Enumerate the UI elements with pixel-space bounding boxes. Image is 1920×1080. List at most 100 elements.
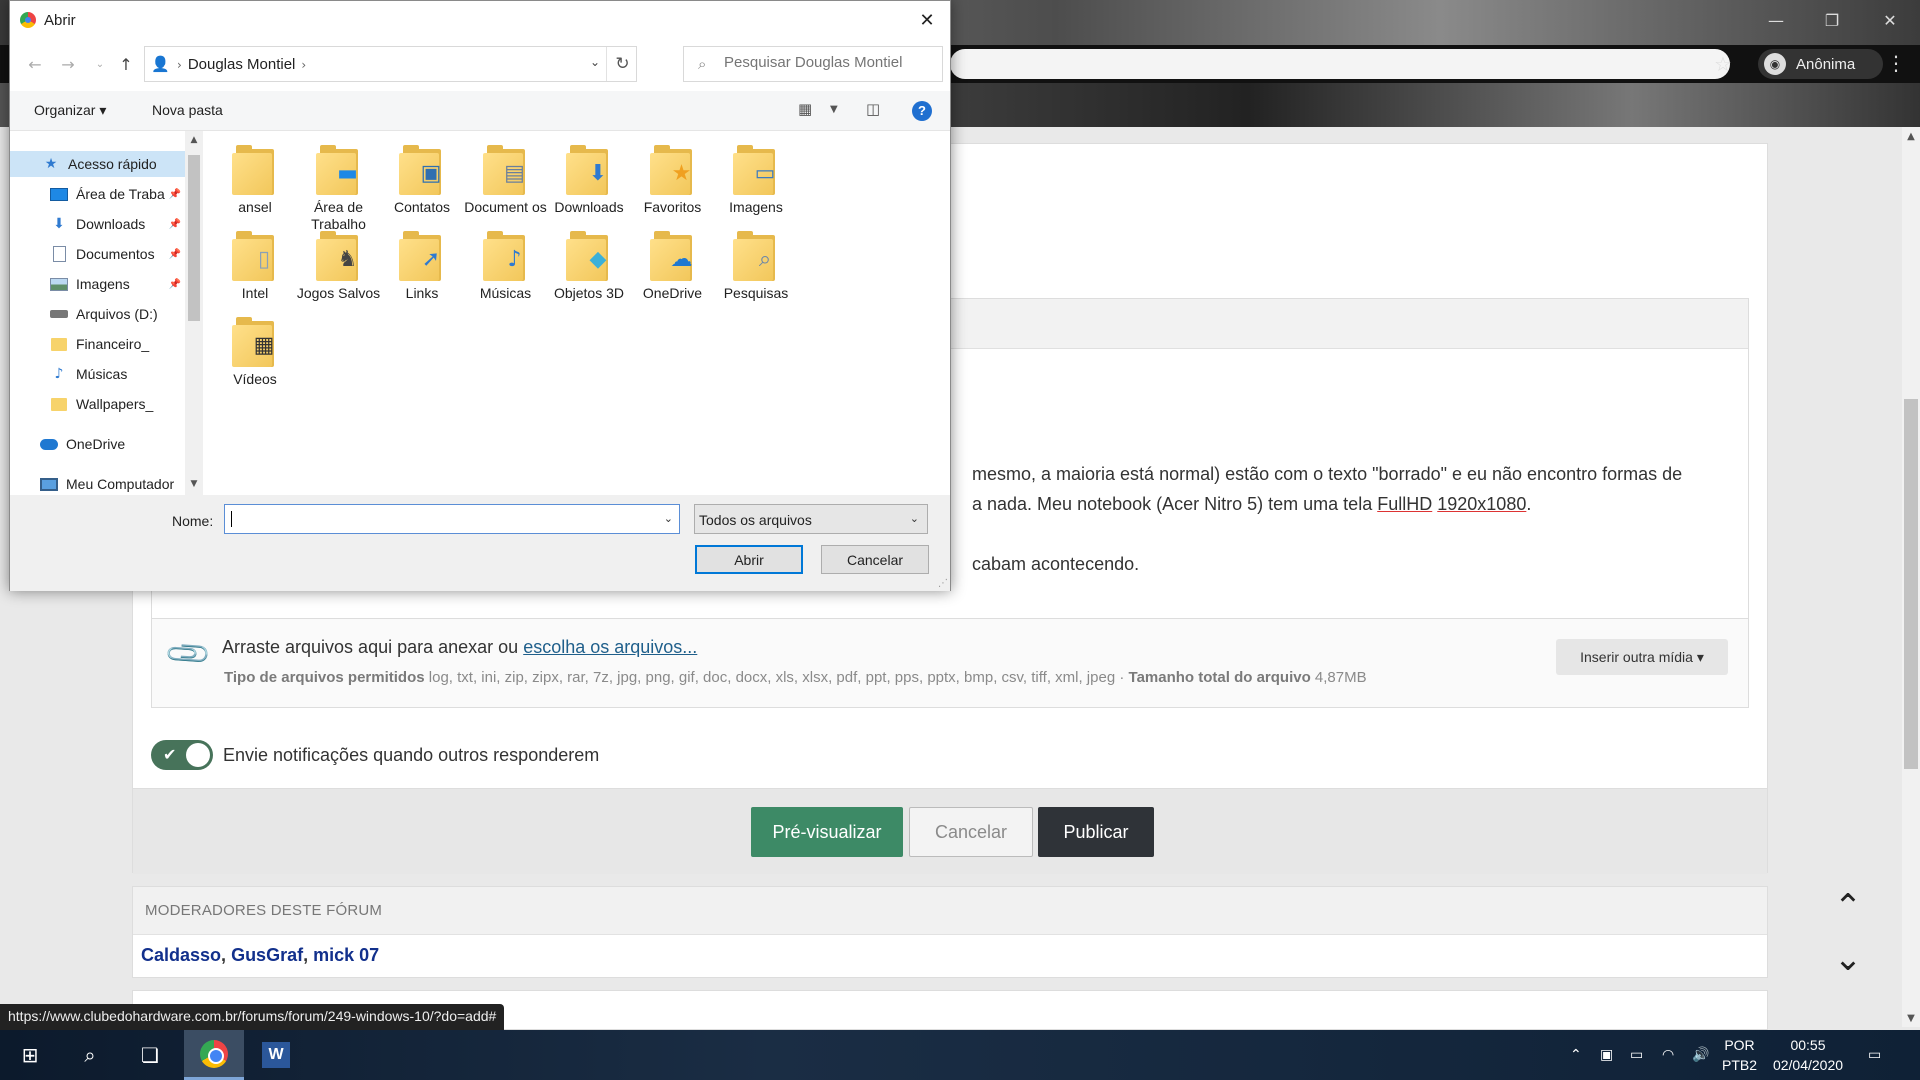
nav-item-desktop[interactable]: Área de Traba 📌 (10, 181, 185, 207)
nav-item-onedrive[interactable]: OneDrive (10, 431, 185, 457)
file-name-field[interactable]: ⌄ (224, 504, 680, 534)
search-box[interactable]: ⌕ (683, 46, 943, 82)
new-folder-button[interactable]: Nova pasta (152, 102, 223, 118)
refresh-icon[interactable]: ↻ (606, 47, 638, 81)
minimize-icon[interactable]: — (1748, 0, 1804, 40)
folder-icon: ▭ (733, 145, 779, 195)
pin-icon[interactable]: 📌 (169, 219, 181, 230)
address-bar[interactable]: 👤 › Douglas Montiel › ⌄ ↻ (144, 46, 637, 82)
view-dropdown-icon[interactable]: ▼ (830, 104, 838, 115)
back-arrow-icon[interactable]: ← (23, 53, 47, 77)
preview-button[interactable]: Pré-visualizar (751, 807, 903, 857)
scroll-up-arrow-icon[interactable]: ▲ (185, 135, 203, 145)
incognito-profile-button[interactable]: ◉ Anônima (1758, 49, 1883, 79)
scroll-down-arrow-icon[interactable]: ▼ (185, 479, 203, 489)
preview-pane-icon[interactable]: ◫ (866, 100, 880, 118)
organize-button[interactable]: Organizar ▾ (34, 102, 106, 119)
folder-item[interactable]: ▤ Document os (460, 139, 552, 239)
moderator-link[interactable]: GusGraf (231, 945, 303, 965)
search-input[interactable] (724, 54, 934, 71)
nav-item-wallpapers[interactable]: Wallpapers_ (10, 391, 185, 417)
close-icon[interactable]: ✕ (904, 1, 950, 39)
folder-icon: ♞ (315, 231, 362, 281)
moderator-link[interactable]: mick 07 (313, 945, 379, 965)
folder-icon: ▯ (232, 231, 278, 281)
choose-files-link[interactable]: escolha os arquivos... (523, 637, 697, 657)
file-name-input[interactable] (229, 510, 649, 526)
volume-icon[interactable]: 🔊 (1692, 1030, 1709, 1080)
restore-icon[interactable]: ❐ (1804, 0, 1860, 40)
open-button[interactable]: Abrir (695, 545, 803, 574)
pin-icon[interactable]: 📌 (169, 249, 181, 260)
chevron-down-icon[interactable]: ⌄ (590, 55, 600, 69)
attachment-dropzone[interactable]: 📎 Arraste arquivos aqui para anexar ou e… (151, 618, 1749, 708)
forward-arrow-icon[interactable]: → (56, 53, 80, 77)
cancel-post-button[interactable]: Cancelar (909, 807, 1033, 857)
nav-item-pictures[interactable]: Imagens 📌 (10, 271, 185, 297)
nav-item-documents[interactable]: Documentos 📌 (10, 241, 185, 267)
bookmark-star-icon[interactable]: ☆ (1710, 51, 1736, 77)
folder-item[interactable]: ★ Favoritos (627, 139, 719, 239)
language-indicator[interactable]: POR PTB2 (1722, 1030, 1757, 1080)
windows-start-icon[interactable]: ⊞ (0, 1030, 60, 1080)
word-taskbar-icon[interactable]: W (246, 1030, 306, 1080)
notifications-icon[interactable]: ▭ (1868, 1030, 1881, 1080)
help-icon[interactable]: ? (912, 101, 932, 121)
pin-icon[interactable]: 📌 (169, 279, 181, 290)
folder-item[interactable]: ♞ Jogos Salvos (293, 225, 385, 325)
attach-text: Arraste arquivos aqui para anexar ou (222, 637, 519, 657)
nav-item-quick-access[interactable]: ★ Acesso rápido (10, 151, 185, 177)
page-scrollbar[interactable]: ▲ ▼ (1902, 127, 1920, 1027)
clock[interactable]: 00:55 02/04/2020 (1768, 1030, 1848, 1080)
recent-chevron-icon[interactable]: ⌄ (88, 53, 112, 77)
chevron-right-icon[interactable]: › (301, 58, 306, 72)
wifi-icon[interactable]: ◠ (1662, 1030, 1674, 1080)
nav-item-downloads[interactable]: ⬇ Downloads 📌 (10, 211, 185, 237)
notify-toggle[interactable]: ✔ (151, 740, 213, 770)
cancel-button[interactable]: Cancelar (821, 545, 929, 574)
scrollbar-thumb[interactable] (1904, 399, 1918, 769)
chevron-down-icon[interactable]: ⌄ (664, 512, 673, 525)
folder-item[interactable]: ▭ Imagens (710, 139, 802, 239)
view-options-icon[interactable]: ▦ (798, 100, 812, 118)
up-arrow-icon[interactable]: ↑ (114, 53, 138, 77)
scrollbar-thumb[interactable] (188, 155, 200, 321)
scroll-up-chevron-icon[interactable]: ⌃ (1828, 890, 1868, 924)
chrome-taskbar-icon[interactable] (184, 1030, 244, 1080)
nav-item-financeiro[interactable]: Financeiro_ (10, 331, 185, 357)
resize-grip-icon[interactable]: ⋰ (938, 578, 948, 589)
folder-item[interactable]: ▯ Intel (209, 225, 301, 325)
search-icon[interactable]: ⌕ (60, 1030, 120, 1080)
folder-item[interactable]: ➚ Links (376, 225, 468, 325)
nav-item-music[interactable]: ♪ Músicas (10, 361, 185, 387)
omnibox[interactable] (950, 49, 1730, 79)
folder-item[interactable]: ▬ Área de Trabalho (293, 139, 385, 239)
nav-item-drive-d[interactable]: Arquivos (D:) (10, 301, 185, 327)
insert-media-button[interactable]: Inserir outra mídia ▾ (1556, 639, 1728, 675)
folder-item[interactable]: ◆ Objetos 3D (543, 225, 635, 325)
scroll-down-arrow-icon[interactable]: ▼ (1902, 1013, 1920, 1024)
folder-item[interactable]: ▣ Contatos (376, 139, 468, 239)
close-window-icon[interactable]: ✕ (1862, 0, 1918, 40)
publish-button[interactable]: Publicar (1038, 807, 1154, 857)
scroll-down-chevron-icon[interactable]: ⌄ (1828, 942, 1868, 976)
folder-item[interactable]: ansel (209, 139, 301, 239)
navigation-pane-scrollbar[interactable]: ▲ ▼ (185, 131, 203, 495)
pin-icon[interactable]: 📌 (169, 189, 181, 200)
folder-item[interactable]: ⌕ Pesquisas (710, 225, 802, 325)
folder-item[interactable]: ⬇ Downloads (543, 139, 635, 239)
battery-icon[interactable]: ▭ (1630, 1030, 1643, 1080)
folder-item[interactable]: ☁ OneDrive (627, 225, 719, 325)
nav-item-computer[interactable]: Meu Computador (10, 471, 185, 497)
breadcrumb-item[interactable]: Douglas Montiel (188, 56, 296, 73)
moderator-link[interactable]: Caldasso (141, 945, 221, 965)
browser-menu-icon[interactable]: ⋮ (1886, 51, 1906, 77)
tray-chevron-icon[interactable]: ⌃ (1570, 1030, 1582, 1080)
spellcheck-word: FullHD (1377, 494, 1433, 514)
tray-app-icon[interactable]: ▣ (1600, 1030, 1613, 1080)
scroll-up-arrow-icon[interactable]: ▲ (1902, 131, 1920, 142)
folder-item[interactable]: ♪ Músicas (460, 225, 552, 325)
task-view-icon[interactable]: ❏ (120, 1030, 180, 1080)
file-type-select[interactable]: Todos os arquivos ⌄ (694, 504, 928, 534)
folder-item[interactable]: ▦ Vídeos (209, 311, 301, 411)
